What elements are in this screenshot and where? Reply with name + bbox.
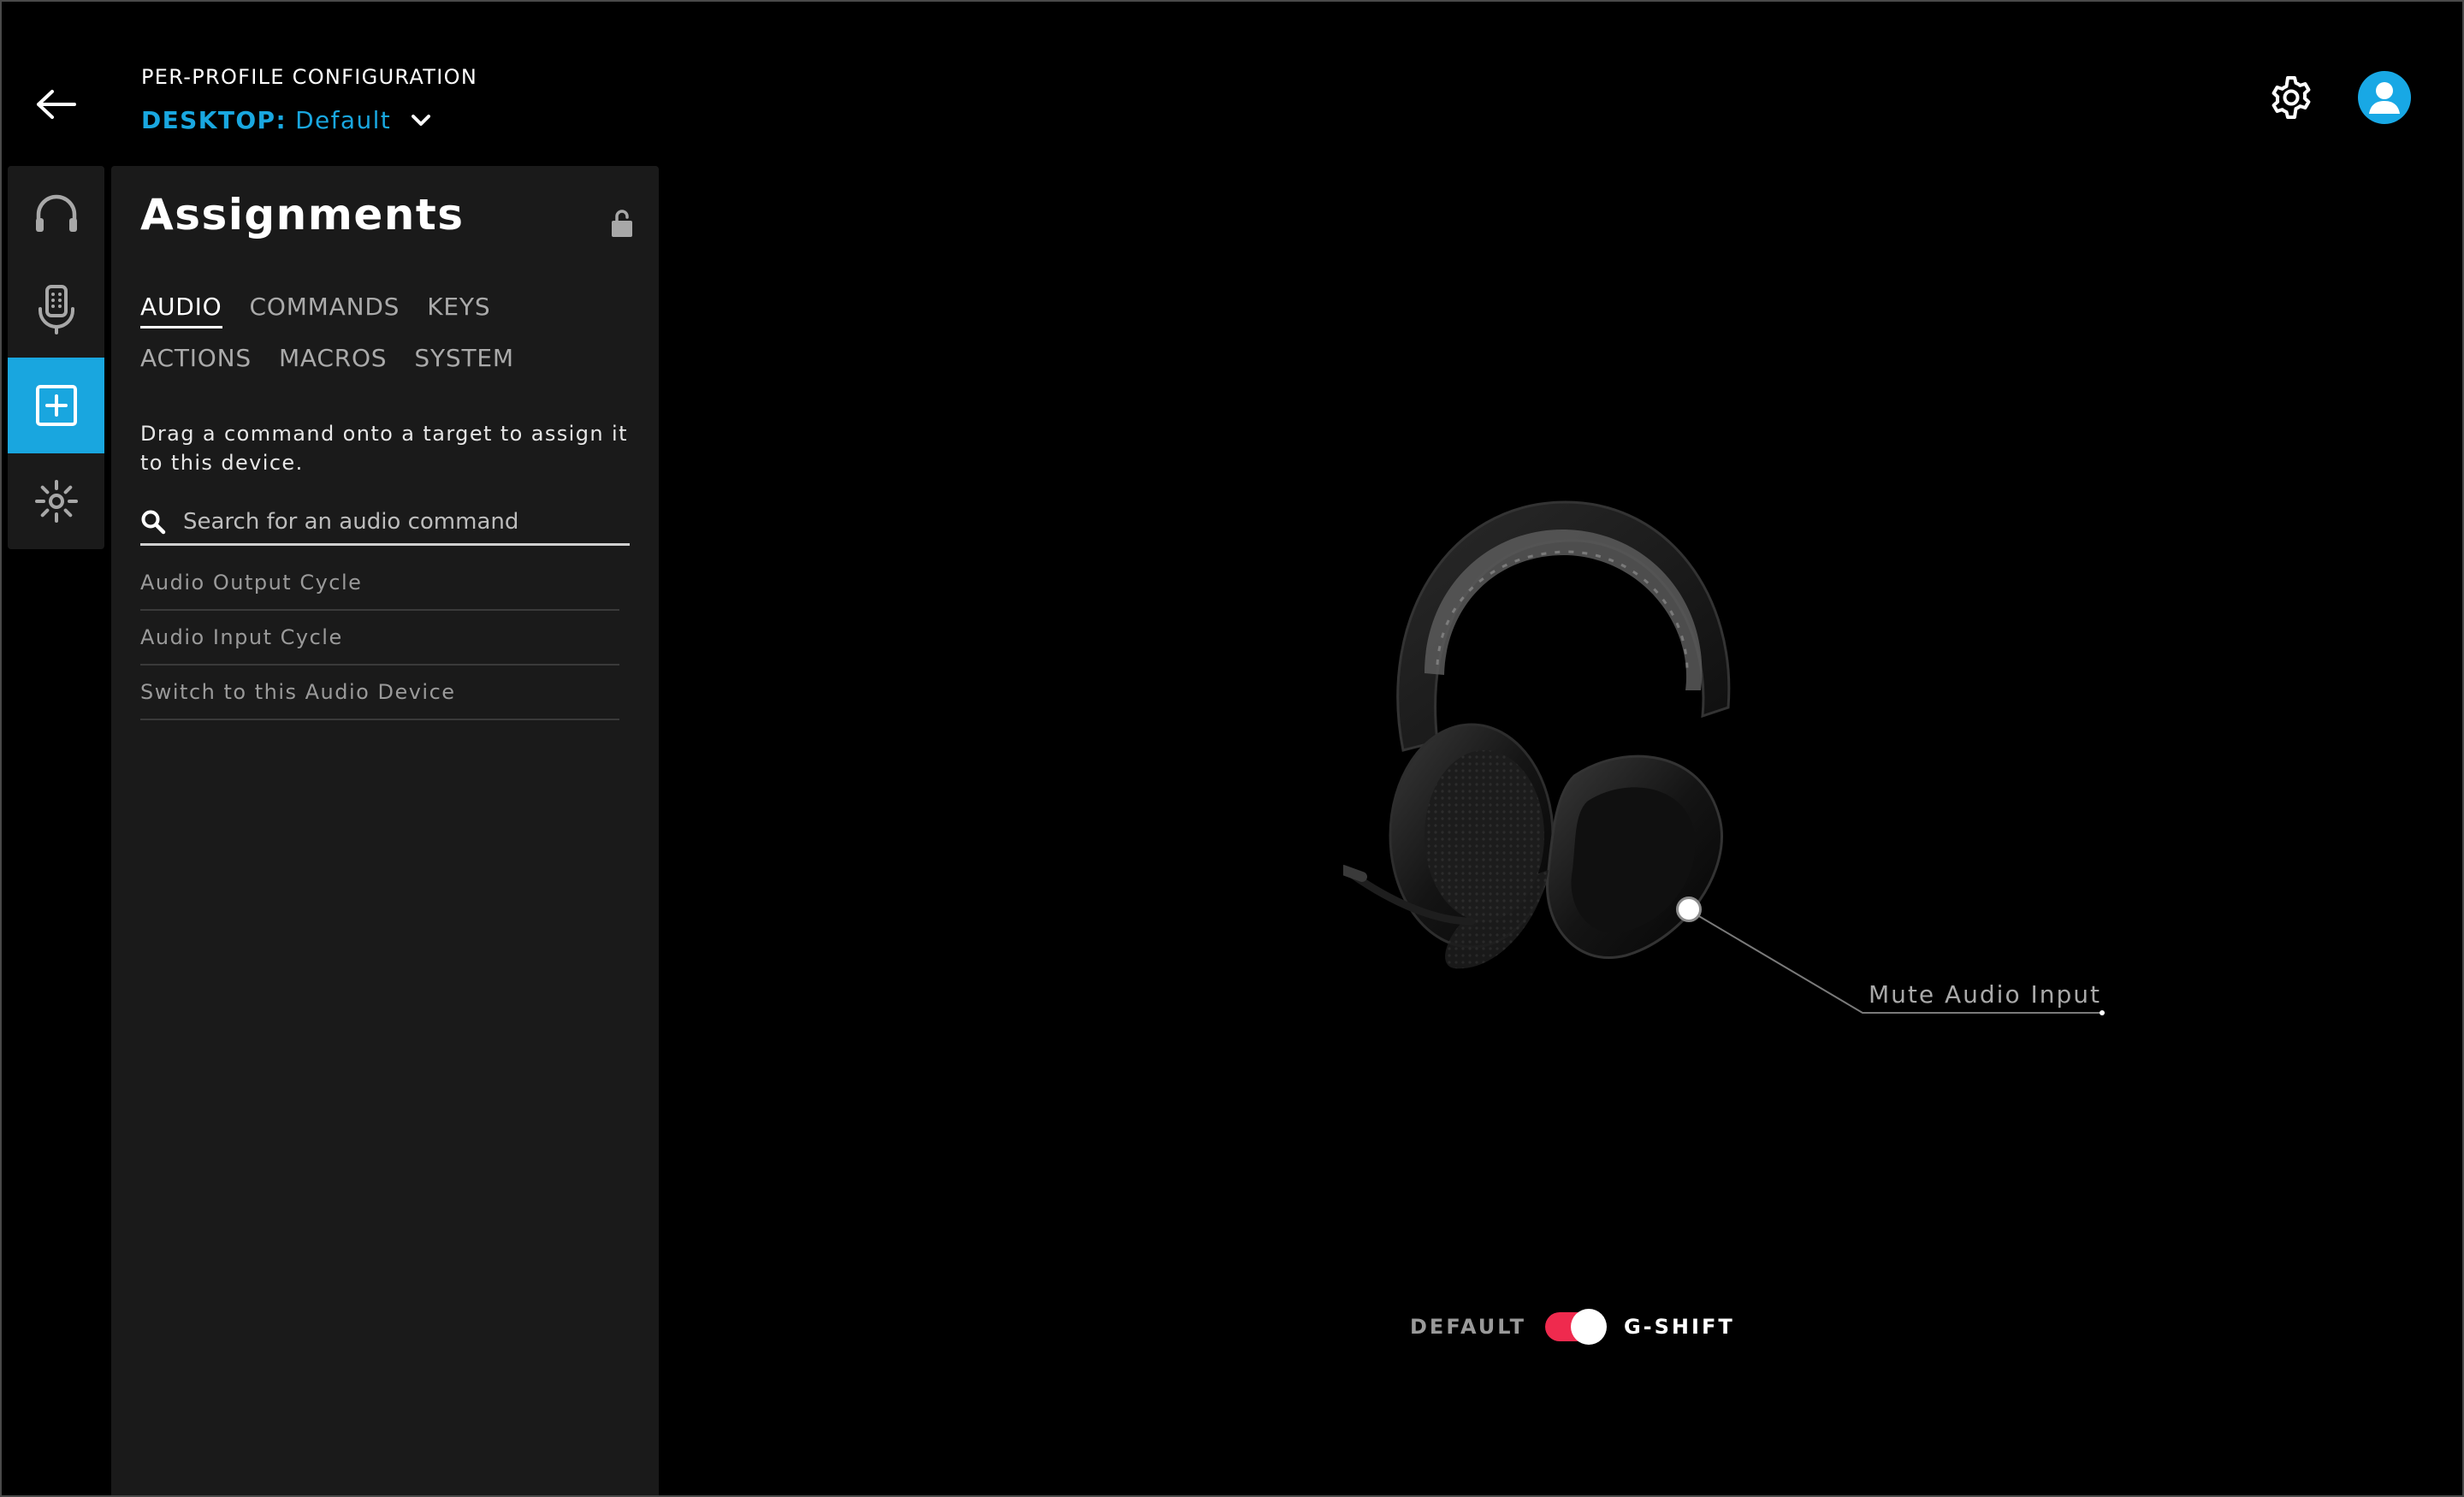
tabs-row-2: ACTIONS MACROS SYSTEM <box>140 344 514 377</box>
callout-label[interactable]: Mute Audio Input <box>1869 980 2101 1009</box>
instructions-text: Drag a command onto a target to assign i… <box>140 422 628 475</box>
search-icon <box>140 507 169 536</box>
toggle-label-gshift: G-SHIFT <box>1623 1315 1735 1339</box>
gear-icon <box>2272 76 2311 119</box>
lock-button[interactable] <box>611 209 633 238</box>
nav-lighting[interactable] <box>8 453 104 549</box>
chevron-down-icon <box>412 114 431 127</box>
panel-title: Assignments <box>140 190 465 240</box>
arrow-left-icon <box>37 90 76 119</box>
search-input[interactable] <box>183 508 611 535</box>
tabs-row-1: AUDIO COMMANDS KEYS <box>140 293 490 328</box>
microphone-icon <box>38 285 74 334</box>
nav-assignments[interactable] <box>8 358 104 453</box>
command-item[interactable]: Switch to this Audio Device <box>140 666 619 720</box>
lighting-icon <box>34 480 78 523</box>
tab-macros[interactable]: MACROS <box>279 344 387 377</box>
command-list: Audio Output Cycle Audio Input Cycle Swi… <box>140 556 619 720</box>
gshift-toggle-row: DEFAULT G-SHIFT <box>1410 1309 1735 1345</box>
headphones-icon <box>35 194 77 232</box>
callout-line <box>1688 909 2105 1015</box>
plus-square-icon <box>35 385 77 426</box>
tab-audio[interactable]: AUDIO <box>140 293 222 328</box>
assignments-panel: Assignments AUDIO COMMANDS KEYS ACTIONS … <box>111 166 659 1495</box>
toggle-label-default: DEFAULT <box>1410 1315 1526 1339</box>
profile-value: Default <box>295 106 392 134</box>
account-avatar[interactable] <box>2358 71 2411 124</box>
tab-system[interactable]: SYSTEM <box>414 344 513 377</box>
nav-microphone[interactable] <box>8 262 104 358</box>
tab-keys[interactable]: KEYS <box>427 293 490 328</box>
app-window: PER-PROFILE CONFIGURATION DESKTOP: Defau… <box>0 0 2464 1497</box>
search-box <box>140 500 630 546</box>
profile-selector[interactable]: DESKTOP: Default <box>141 106 431 134</box>
unlock-icon <box>612 210 632 237</box>
command-item[interactable]: Audio Input Cycle <box>140 611 619 666</box>
tab-commands[interactable]: COMMANDS <box>250 293 400 328</box>
command-item[interactable]: Audio Output Cycle <box>140 556 619 611</box>
user-icon <box>2369 82 2400 114</box>
gshift-toggle[interactable] <box>1544 1309 1607 1345</box>
profile-key: DESKTOP: <box>141 106 287 134</box>
mute-button-hotspot[interactable] <box>1676 896 1702 922</box>
tab-actions[interactable]: ACTIONS <box>140 344 252 377</box>
settings-button[interactable] <box>2267 74 2315 121</box>
nav-audio[interactable] <box>8 166 104 262</box>
toggle-knob <box>1570 1309 1607 1345</box>
nav-rail <box>8 166 104 549</box>
back-button[interactable] <box>31 84 80 125</box>
section-label: PER-PROFILE CONFIGURATION <box>141 65 478 89</box>
